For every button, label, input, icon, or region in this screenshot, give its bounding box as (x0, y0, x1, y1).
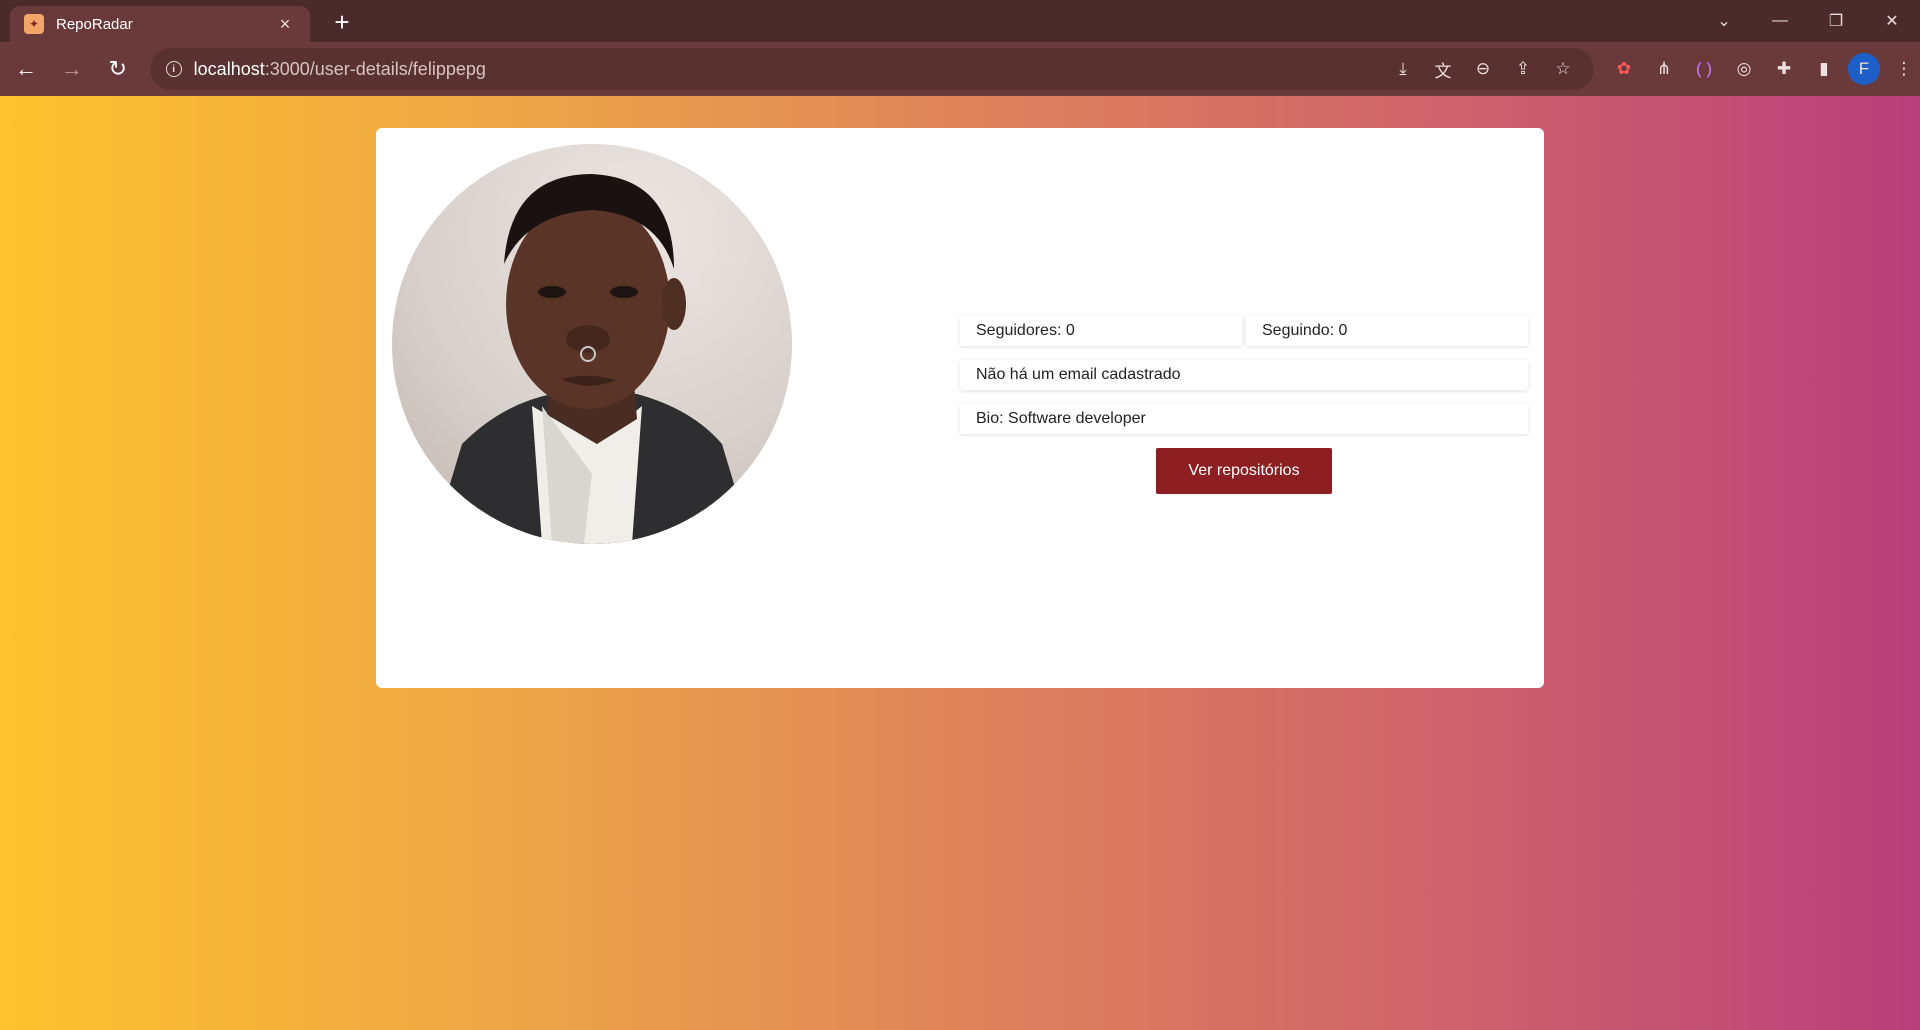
translate-icon[interactable]: 文 (1428, 54, 1458, 84)
zoom-out-icon[interactable]: ⊖ (1468, 54, 1498, 84)
profile-initial: F (1847, 53, 1880, 85)
bio-info: Bio: Software developer (960, 404, 1528, 434)
url-text[interactable]: localhost:3000/user-details/felippepg (194, 59, 486, 80)
avatar-illustration (432, 174, 752, 544)
extensions-bar: ✿ ⋔ ( ) ◎ ✚ ▮ F ⋮ (1608, 53, 1920, 85)
tab-close-icon[interactable]: × (274, 14, 296, 35)
new-tab-button[interactable]: + (328, 7, 356, 38)
address-bar[interactable]: i localhost:3000/user-details/felippepg … (149, 48, 1594, 90)
install-icon[interactable]: ⤓ (1388, 54, 1418, 84)
minimize-icon[interactable]: — (1752, 0, 1808, 42)
followers-count: Seguidores: 0 (960, 316, 1242, 346)
omnibox-actions: ⤓ 文 ⊖ ⇪ ☆ (1388, 54, 1578, 84)
reload-icon[interactable]: ↻ (98, 49, 138, 89)
url-host: localhost (193, 58, 265, 79)
tab-search-icon[interactable]: ⌄ (1696, 0, 1752, 42)
close-window-icon[interactable]: ✕ (1864, 0, 1920, 42)
button-wrapper: Ver repositórios (960, 448, 1528, 494)
user-avatar-photo (392, 144, 792, 544)
restore-icon[interactable]: ❐ (1808, 0, 1864, 42)
extension-circle-icon[interactable]: ◎ (1728, 53, 1760, 85)
browser-titlebar: ✦ RepoRadar × + ⌄ — ❐ ✕ (0, 0, 1920, 42)
user-details-card: Seguidores: 0 Seguindo: 0 Não há um emai… (376, 128, 1544, 688)
kebab-menu-icon[interactable]: ⋮ (1888, 53, 1920, 85)
user-info-column: Seguidores: 0 Seguindo: 0 Não há um emai… (960, 316, 1528, 494)
back-arrow-icon[interactable]: ← (6, 49, 46, 89)
share-icon[interactable]: ⇪ (1508, 54, 1538, 84)
info-icon[interactable]: i (165, 61, 182, 77)
extension-brackets-icon[interactable]: ( ) (1688, 53, 1720, 85)
tab-title: RepoRadar (56, 15, 133, 33)
forward-arrow-icon[interactable]: → (52, 49, 92, 89)
reporadar-favicon-icon: ✦ (24, 14, 44, 34)
puzzle-icon[interactable]: ✚ (1768, 53, 1800, 85)
window-controls: ⌄ — ❐ ✕ (1696, 0, 1920, 42)
email-info: Não há um email cadastrado (960, 360, 1528, 390)
profile-avatar[interactable]: F (1847, 53, 1880, 85)
browser-tab[interactable]: ✦ RepoRadar × (10, 6, 310, 42)
star-icon[interactable]: ☆ (1548, 54, 1578, 84)
browser-toolbar: ← → ↻ i localhost:3000/user-details/feli… (0, 42, 1920, 96)
extension-nodes-icon[interactable]: ⋔ (1648, 53, 1680, 85)
view-repositories-button[interactable]: Ver repositórios (1156, 448, 1332, 494)
follow-stats-row: Seguidores: 0 Seguindo: 0 (960, 316, 1528, 346)
page-viewport: Seguidores: 0 Seguindo: 0 Não há um emai… (0, 96, 1920, 1030)
extension-red-icon[interactable]: ✿ (1608, 53, 1640, 85)
following-count: Seguindo: 0 (1246, 316, 1528, 346)
url-path: :3000/user-details/felippepg (264, 58, 486, 79)
side-panel-icon[interactable]: ▮ (1808, 53, 1840, 85)
